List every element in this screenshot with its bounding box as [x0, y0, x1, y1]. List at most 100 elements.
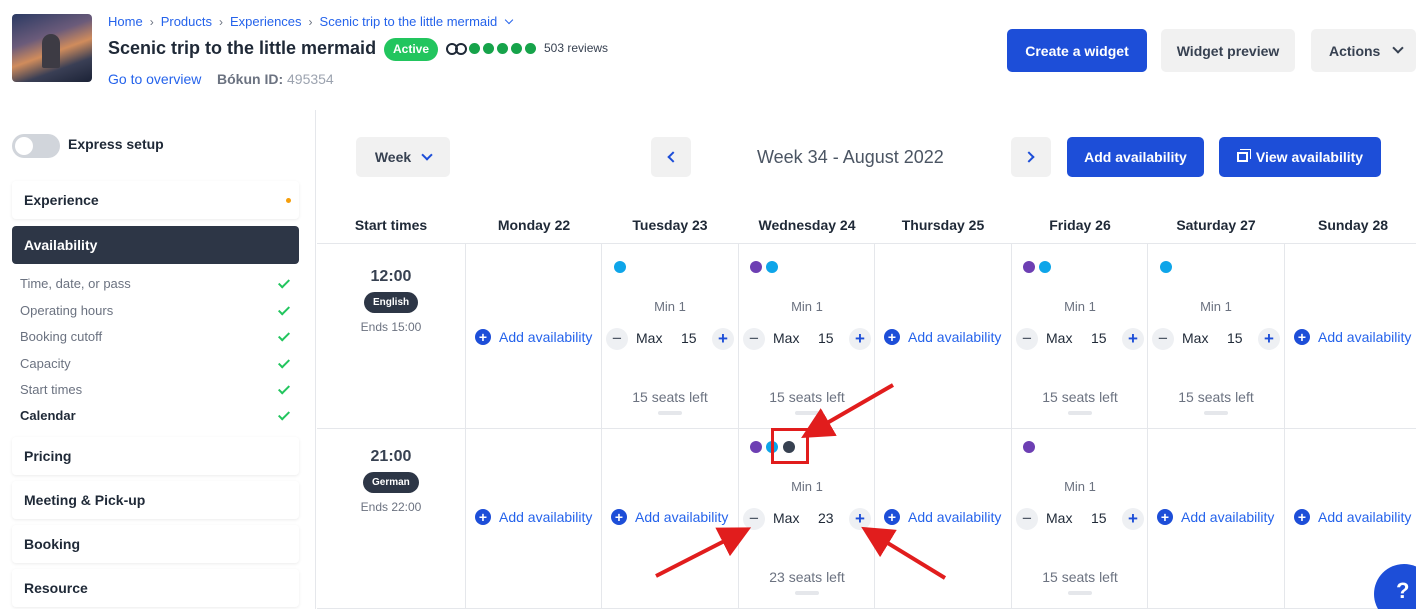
- add-availability-link[interactable]: + Add availability: [1157, 509, 1274, 525]
- sidebar-item-resource[interactable]: Resource: [12, 569, 299, 607]
- breadcrumb-separator-icon: ›: [219, 14, 223, 29]
- increment-button[interactable]: +: [849, 328, 871, 350]
- add-availability-link[interactable]: + Add availability: [1294, 329, 1411, 345]
- language-badge: English: [364, 292, 419, 313]
- increment-button[interactable]: +: [849, 508, 871, 530]
- add-availability-link[interactable]: + Add availability: [1294, 509, 1411, 525]
- breadcrumb: Home › Products › Experiences › Scenic t…: [108, 14, 514, 29]
- increment-button[interactable]: +: [712, 328, 734, 350]
- increment-button[interactable]: +: [1122, 328, 1144, 350]
- grid-divider: [874, 243, 875, 609]
- grid-divider: [1284, 243, 1285, 609]
- sidebar-subitem-start-times[interactable]: Start times: [20, 382, 295, 397]
- max-stepper: − Max 15 +: [1148, 328, 1284, 352]
- add-availability-link[interactable]: + Add availability: [884, 329, 1001, 345]
- sidebar: Express setup Experience Availability Ti…: [0, 110, 316, 609]
- max-label: Max: [773, 510, 800, 526]
- add-availability-link[interactable]: + Add availability: [475, 509, 592, 525]
- breadcrumb-products[interactable]: Products: [161, 14, 212, 29]
- sidebar-subitem-capacity[interactable]: Capacity: [20, 356, 295, 371]
- max-value[interactable]: 15: [818, 330, 834, 346]
- max-value[interactable]: 15: [1091, 330, 1107, 346]
- widget-preview-button[interactable]: Widget preview: [1161, 29, 1295, 72]
- copy-icon: [1236, 152, 1248, 162]
- sidebar-item-booking[interactable]: Booking: [12, 525, 299, 563]
- column-header-thursday: Thursday 25: [901, 217, 985, 233]
- chevron-down-icon[interactable]: [505, 15, 514, 24]
- max-stepper: − Max 23 +: [739, 508, 875, 532]
- seats-left: 15 seats left: [632, 389, 708, 405]
- checkmark-icon: [277, 303, 291, 316]
- view-availability-button[interactable]: View availability: [1219, 137, 1381, 177]
- sidebar-item-label: Meeting & Pick-up: [24, 492, 146, 508]
- decrement-button[interactable]: −: [606, 328, 628, 350]
- max-value[interactable]: 23: [818, 510, 834, 526]
- plus-circle-icon: +: [1294, 329, 1310, 345]
- max-stepper: − Max 15 +: [739, 328, 875, 352]
- add-availability-label: Add availability: [499, 509, 593, 525]
- add-availability-button[interactable]: Add availability: [1067, 137, 1204, 177]
- breadcrumb-separator-icon: ›: [149, 14, 154, 29]
- sidebar-subitem-label: Start times: [20, 382, 83, 397]
- grid-divider: [317, 243, 1416, 244]
- actions-button[interactable]: Actions: [1311, 29, 1416, 72]
- rating-dot-icon: [525, 42, 536, 54]
- cyan-dot-icon: [614, 261, 626, 273]
- sidebar-subitem-label: Calendar: [20, 408, 76, 423]
- rating-dot-icon: [483, 42, 494, 54]
- increment-button[interactable]: +: [1258, 328, 1280, 350]
- sidebar-subitem-calendar[interactable]: Calendar: [20, 408, 295, 423]
- express-setup-toggle[interactable]: [12, 134, 60, 158]
- checkmark-icon: [277, 356, 291, 369]
- decrement-button[interactable]: −: [1016, 328, 1038, 350]
- breadcrumb-current[interactable]: Scenic trip to the little mermaid: [320, 14, 498, 29]
- max-value[interactable]: 15: [681, 330, 697, 346]
- next-week-button[interactable]: [1011, 137, 1051, 177]
- view-select[interactable]: Week: [356, 137, 450, 177]
- sidebar-item-experience[interactable]: Experience: [12, 181, 299, 219]
- sidebar-item-meeting-pickup[interactable]: Meeting & Pick-up: [12, 481, 299, 519]
- column-header-wednesday: Wednesday 24: [758, 217, 856, 233]
- decrement-button[interactable]: −: [743, 508, 765, 530]
- sidebar-subitem-operating-hours[interactable]: Operating hours: [20, 303, 295, 318]
- review-count[interactable]: 503 reviews: [544, 41, 608, 55]
- add-availability-label: Add availability: [1318, 329, 1412, 345]
- breadcrumb-home[interactable]: Home: [108, 14, 143, 29]
- min-participants: Min 1: [654, 299, 686, 314]
- column-header-sunday: Sunday 28: [1317, 217, 1389, 233]
- go-to-overview-link[interactable]: Go to overview: [108, 71, 201, 87]
- sidebar-subitem-booking-cutoff[interactable]: Booking cutoff: [20, 329, 295, 344]
- increment-button[interactable]: +: [1122, 508, 1144, 530]
- tripadvisor-rating: [446, 40, 536, 56]
- add-availability-link[interactable]: + Add availability: [884, 509, 1001, 525]
- sidebar-item-availability[interactable]: Availability: [12, 226, 299, 264]
- plus-circle-icon: +: [884, 509, 900, 525]
- plus-circle-icon: +: [611, 509, 627, 525]
- decrement-button[interactable]: −: [743, 328, 765, 350]
- decrement-button[interactable]: −: [1016, 508, 1038, 530]
- sidebar-subitem-time-date-pass[interactable]: Time, date, or pass: [20, 276, 295, 291]
- view-select-value: Week: [374, 149, 412, 165]
- seats-left: 23 seats left: [769, 569, 845, 585]
- min-participants: Min 1: [1064, 299, 1096, 314]
- sidebar-subitem-label: Time, date, or pass: [20, 276, 131, 291]
- divider-dash: [658, 411, 682, 415]
- express-setup-label: Express setup: [68, 136, 164, 152]
- add-availability-link[interactable]: + Add availability: [475, 329, 592, 345]
- add-availability-label: Add availability: [635, 509, 729, 525]
- add-availability-link[interactable]: + Add availability: [611, 509, 728, 525]
- max-value[interactable]: 15: [1227, 330, 1243, 346]
- create-widget-button[interactable]: Create a widget: [1007, 29, 1147, 72]
- actions-label: Actions: [1329, 42, 1381, 59]
- sidebar-item-pricing[interactable]: Pricing: [12, 437, 299, 475]
- plus-circle-icon: +: [475, 509, 491, 525]
- decrement-button[interactable]: −: [1152, 328, 1174, 350]
- incomplete-indicator-icon: [286, 198, 291, 203]
- sidebar-subitem-label: Capacity: [20, 356, 71, 371]
- calendar-panel: Week Week 34 - August 2022 Add availabil…: [317, 110, 1416, 609]
- max-value[interactable]: 15: [1091, 510, 1107, 526]
- checkmark-icon: [277, 276, 291, 289]
- max-label: Max: [636, 330, 663, 346]
- previous-week-button[interactable]: [651, 137, 691, 177]
- breadcrumb-experiences[interactable]: Experiences: [230, 14, 302, 29]
